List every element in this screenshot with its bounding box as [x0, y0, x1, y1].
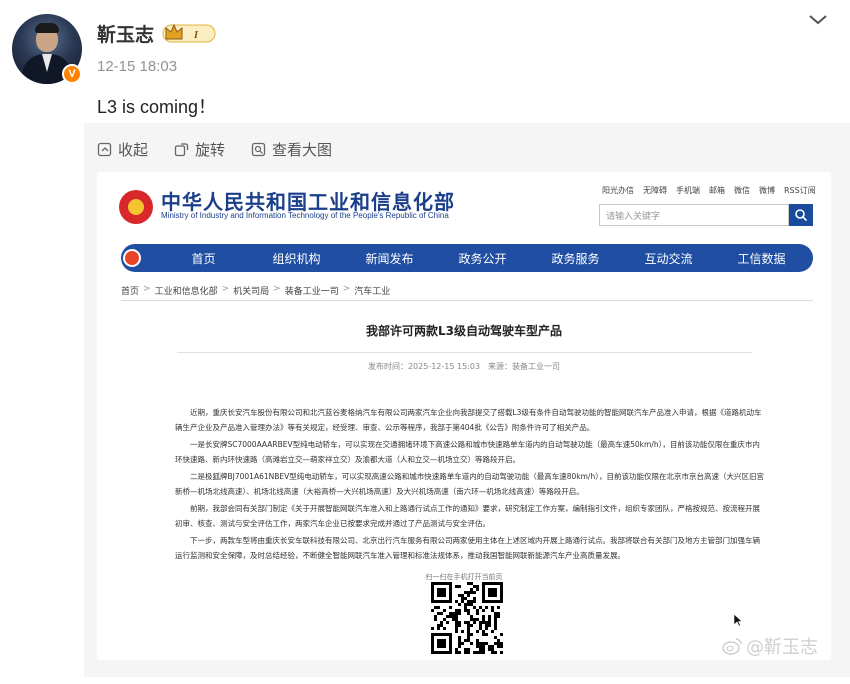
rotate-button[interactable]: 旋转	[174, 138, 225, 160]
post-image[interactable]: 中华人民共和国工业和信息化部 Ministry of Industry and …	[97, 172, 831, 660]
breadcrumb-separator: >	[273, 284, 281, 294]
collapse-icon	[97, 142, 112, 156]
rank-badge-icon[interactable]: I	[162, 22, 216, 44]
weibo-logo-icon	[722, 638, 742, 655]
article-paragraph: 下一步，两款车型将由重庆长安车联科技有限公司、北京出行汽车服务有限公司两家使用主…	[175, 536, 760, 560]
top-link[interactable]: 手机端	[676, 185, 700, 196]
collapse-button[interactable]: 收起	[97, 138, 148, 160]
verified-icon: V	[62, 64, 82, 84]
zoom-image-icon	[251, 142, 266, 156]
article-title: 我部许可两款L3级自动驾驶车型产品	[366, 324, 562, 338]
qr-label: 扫一扫在手机打开当前页	[425, 573, 503, 581]
post-timestamp[interactable]: 12-15 18:03	[97, 58, 177, 75]
article-meta: 发布时间：2025-12-15 15:03 来源：装备工业一司	[367, 362, 561, 371]
top-link[interactable]: 邮箱	[709, 185, 725, 196]
breadcrumb-item[interactable]: 汽车工业	[354, 284, 390, 297]
breadcrumb: 首页 > 工业和信息化部 > 机关司局 > 装备工业一司 > 汽车工业	[121, 284, 390, 297]
breadcrumb-separator: >	[143, 284, 151, 294]
top-link[interactable]: RSS订阅	[784, 185, 816, 196]
top-links: 阳光办信 无障碍 手机端 邮箱 微信 微博 RSS订阅	[602, 185, 816, 196]
view-large-label: 查看大图	[272, 140, 333, 159]
national-emblem-icon	[119, 190, 153, 224]
top-link[interactable]: 微信	[734, 185, 750, 196]
ministry-name-en: Ministry of Industry and Information Tec…	[161, 211, 449, 220]
breadcrumb-item[interactable]: 工业和信息化部	[155, 284, 218, 297]
site-search-input[interactable]: 请输入关键字	[599, 204, 789, 226]
site-search-button[interactable]	[789, 204, 813, 226]
nav-item-home[interactable]: 首页	[157, 250, 250, 267]
article-paragraph: 一是长安牌SC7000AAARBEV型纯电动轿车，可以实现在交通拥堵环境下高速公…	[175, 440, 760, 464]
site-nav: 首页 组织机构 新闻发布 政务公开 政务服务 互动交流 工信数据	[121, 244, 813, 272]
nav-logo-icon	[123, 249, 141, 267]
collapse-label: 收起	[118, 140, 149, 159]
nav-item-services[interactable]: 政务服务	[529, 250, 622, 267]
watermark-text: @靳玉志	[746, 637, 818, 658]
nav-item-government-affairs[interactable]: 政务公开	[436, 250, 529, 267]
nav-item-interaction[interactable]: 互动交流	[622, 250, 715, 267]
rotate-icon	[174, 142, 189, 156]
top-link[interactable]: 阳光办信	[602, 185, 634, 196]
author-name[interactable]: 靳玉志	[97, 20, 154, 47]
top-link[interactable]: 无障碍	[643, 185, 667, 196]
article-paragraph: 前期，我部会同有关部门制定《关于开展智能网联汽车准入和上路通行试点工作的通知》要…	[175, 504, 760, 528]
breadcrumb-item[interactable]: 机关司局	[233, 284, 269, 297]
rank-badge-label: I	[193, 29, 199, 41]
image-toolbar: 收起 旋转 查看大图	[97, 138, 332, 160]
article-body: 近期，重庆长安汽车股份有限公司和北汽蓝谷麦格纳汽车有限公司两家汽车企业向我部提交…	[175, 405, 765, 565]
nav-item-data[interactable]: 工信数据	[715, 250, 808, 267]
breadcrumb-item[interactable]: 首页	[121, 284, 139, 297]
qr-code-icon	[431, 582, 503, 654]
article-paragraph: 近期，重庆长安汽车股份有限公司和北汽蓝谷麦格纳汽车有限公司两家汽车企业向我部提交…	[175, 408, 762, 432]
post-text: L3 is coming！	[97, 97, 217, 117]
nav-item-news[interactable]: 新闻发布	[343, 250, 436, 267]
nav-item-organization[interactable]: 组织机构	[250, 250, 343, 267]
divider	[121, 300, 813, 301]
divider	[177, 352, 752, 353]
breadcrumb-separator: >	[221, 284, 230, 294]
watermark: @靳玉志	[722, 633, 818, 659]
view-large-button[interactable]: 查看大图	[251, 138, 332, 160]
avatar-hair-shape	[35, 23, 59, 33]
breadcrumb-separator: >	[342, 284, 351, 294]
article-paragraph: 二是极狐牌BJ7001A61NBEV型纯电动轿车，可以实现高速公路和城市快速路单…	[175, 472, 764, 496]
mouse-cursor-icon	[733, 613, 743, 627]
chevron-down-icon[interactable]	[806, 10, 830, 30]
breadcrumb-item[interactable]: 装备工业一司	[285, 284, 339, 297]
top-link[interactable]: 微博	[759, 185, 775, 196]
search-icon	[795, 209, 808, 222]
rotate-label: 旋转	[195, 140, 226, 159]
